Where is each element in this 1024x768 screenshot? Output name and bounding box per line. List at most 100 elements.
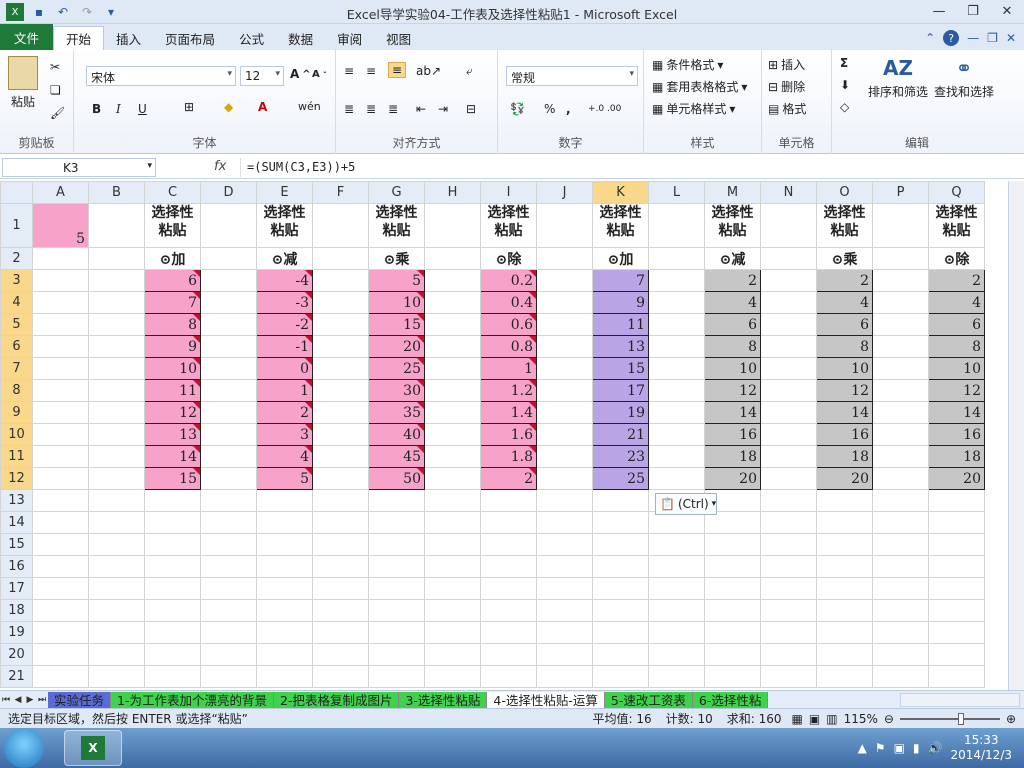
cell-J5[interactable] xyxy=(536,313,593,336)
cell-A5[interactable] xyxy=(32,313,89,336)
cell-F7[interactable] xyxy=(312,357,369,380)
cell-E1[interactable]: 选择性粘贴 xyxy=(256,203,313,248)
cell-K6[interactable]: 13 xyxy=(592,335,649,358)
cell-F9[interactable] xyxy=(312,401,369,424)
cell-Q11[interactable]: 18 xyxy=(928,445,985,468)
cell-A13[interactable] xyxy=(32,489,89,512)
cell-E3[interactable]: -4 xyxy=(256,269,313,292)
cell-L9[interactable] xyxy=(648,401,705,424)
first-sheet-icon[interactable]: ⏮ xyxy=(0,695,12,705)
cell-M19[interactable] xyxy=(704,621,761,644)
cell-F11[interactable] xyxy=(312,445,369,468)
tab-data[interactable]: 数据 xyxy=(276,26,325,50)
cell-G19[interactable] xyxy=(368,621,425,644)
cell-N13[interactable] xyxy=(760,489,817,512)
cell-J21[interactable] xyxy=(536,665,593,688)
cell-M3[interactable]: 2 xyxy=(704,269,761,292)
clock[interactable]: 15:33 2014/12/3 xyxy=(950,733,1012,763)
increase-decimal-button[interactable]: +.0 .00 xyxy=(588,104,621,114)
cell-A8[interactable] xyxy=(32,379,89,402)
cell-Q13[interactable] xyxy=(928,489,985,512)
cell-D14[interactable] xyxy=(200,511,257,534)
borders-icon[interactable]: ⊞ xyxy=(184,100,194,114)
wrap-text-icon[interactable]: ⤶ xyxy=(466,64,473,79)
cell-I19[interactable] xyxy=(480,621,537,644)
decrease-indent-icon[interactable]: ⇤ xyxy=(416,102,426,116)
cell-I11[interactable]: 1.8 xyxy=(480,445,537,468)
zoom-out-icon[interactable]: ⊖ xyxy=(884,712,894,726)
cell-B17[interactable] xyxy=(88,577,145,600)
cell-C5[interactable]: 8 xyxy=(144,313,201,336)
cell-J12[interactable] xyxy=(536,467,593,490)
cell-K12[interactable]: 25 xyxy=(592,467,649,490)
cell-K14[interactable] xyxy=(592,511,649,534)
format-painter-icon[interactable]: 🖌 xyxy=(50,106,65,120)
cell-M6[interactable]: 8 xyxy=(704,335,761,358)
cell-I20[interactable] xyxy=(480,643,537,666)
cell-Q17[interactable] xyxy=(928,577,985,600)
cell-F8[interactable] xyxy=(312,379,369,402)
page-layout-view-icon[interactable]: ▣ xyxy=(809,712,820,726)
cell-P11[interactable] xyxy=(872,445,929,468)
cell-M16[interactable] xyxy=(704,555,761,578)
cell-N20[interactable] xyxy=(760,643,817,666)
column-header-F[interactable]: F xyxy=(312,181,369,204)
cell-O12[interactable]: 20 xyxy=(816,467,873,490)
row-header-6[interactable]: 6 xyxy=(0,335,33,358)
cell-K3[interactable]: 7 xyxy=(592,269,649,292)
cell-A17[interactable] xyxy=(32,577,89,600)
cell-N10[interactable] xyxy=(760,423,817,446)
cell-L15[interactable] xyxy=(648,533,705,556)
cell-J11[interactable] xyxy=(536,445,593,468)
cell-L18[interactable] xyxy=(648,599,705,622)
row-header-14[interactable]: 14 xyxy=(0,511,33,534)
tab-formulas[interactable]: 公式 xyxy=(227,26,276,50)
cell-N16[interactable] xyxy=(760,555,817,578)
cell-L1[interactable] xyxy=(648,203,705,248)
cell-N17[interactable] xyxy=(760,577,817,600)
cell-Q1[interactable]: 选择性粘贴 xyxy=(928,203,985,248)
cell-H11[interactable] xyxy=(424,445,481,468)
cell-F1[interactable] xyxy=(312,203,369,248)
cell-D17[interactable] xyxy=(200,577,257,600)
cell-F17[interactable] xyxy=(312,577,369,600)
cell-J1[interactable] xyxy=(536,203,593,248)
sheet-tab-0[interactable]: 实验任务 xyxy=(48,691,112,708)
column-header-A[interactable]: A xyxy=(32,181,89,204)
cell-A15[interactable] xyxy=(32,533,89,556)
row-header-16[interactable]: 16 xyxy=(0,555,33,578)
cell-D5[interactable] xyxy=(200,313,257,336)
cell-D1[interactable] xyxy=(200,203,257,248)
tab-home[interactable]: 开始 xyxy=(53,26,105,50)
row-header-11[interactable]: 11 xyxy=(0,445,33,468)
cell-C16[interactable] xyxy=(144,555,201,578)
cell-G4[interactable]: 10 xyxy=(368,291,425,314)
help-icon[interactable]: ? xyxy=(943,30,960,46)
cell-D15[interactable] xyxy=(200,533,257,556)
cell-C4[interactable]: 7 xyxy=(144,291,201,314)
cell-N15[interactable] xyxy=(760,533,817,556)
cell-Q3[interactable]: 2 xyxy=(928,269,985,292)
cell-G8[interactable]: 30 xyxy=(368,379,425,402)
cell-M17[interactable] xyxy=(704,577,761,600)
cell-G17[interactable] xyxy=(368,577,425,600)
cell-I12[interactable]: 2 xyxy=(480,467,537,490)
cell-K7[interactable]: 15 xyxy=(592,357,649,380)
cell-A16[interactable] xyxy=(32,555,89,578)
cell-F19[interactable] xyxy=(312,621,369,644)
cell-K20[interactable] xyxy=(592,643,649,666)
cell-E20[interactable] xyxy=(256,643,313,666)
cell-B15[interactable] xyxy=(88,533,145,556)
cell-P5[interactable] xyxy=(872,313,929,336)
font-color-icon[interactable]: A xyxy=(258,100,267,114)
column-header-N[interactable]: N xyxy=(760,181,817,204)
cell-C10[interactable]: 13 xyxy=(144,423,201,446)
device-icon[interactable]: ▣ xyxy=(894,741,905,755)
row-header-13[interactable]: 13 xyxy=(0,489,33,512)
cell-L4[interactable] xyxy=(648,291,705,314)
column-header-E[interactable]: E xyxy=(256,181,313,204)
cell-D13[interactable] xyxy=(200,489,257,512)
column-header-O[interactable]: O xyxy=(816,181,873,204)
cell-G1[interactable]: 选择性粘贴 xyxy=(368,203,425,248)
cell-K1[interactable]: 选择性粘贴 xyxy=(592,203,649,248)
